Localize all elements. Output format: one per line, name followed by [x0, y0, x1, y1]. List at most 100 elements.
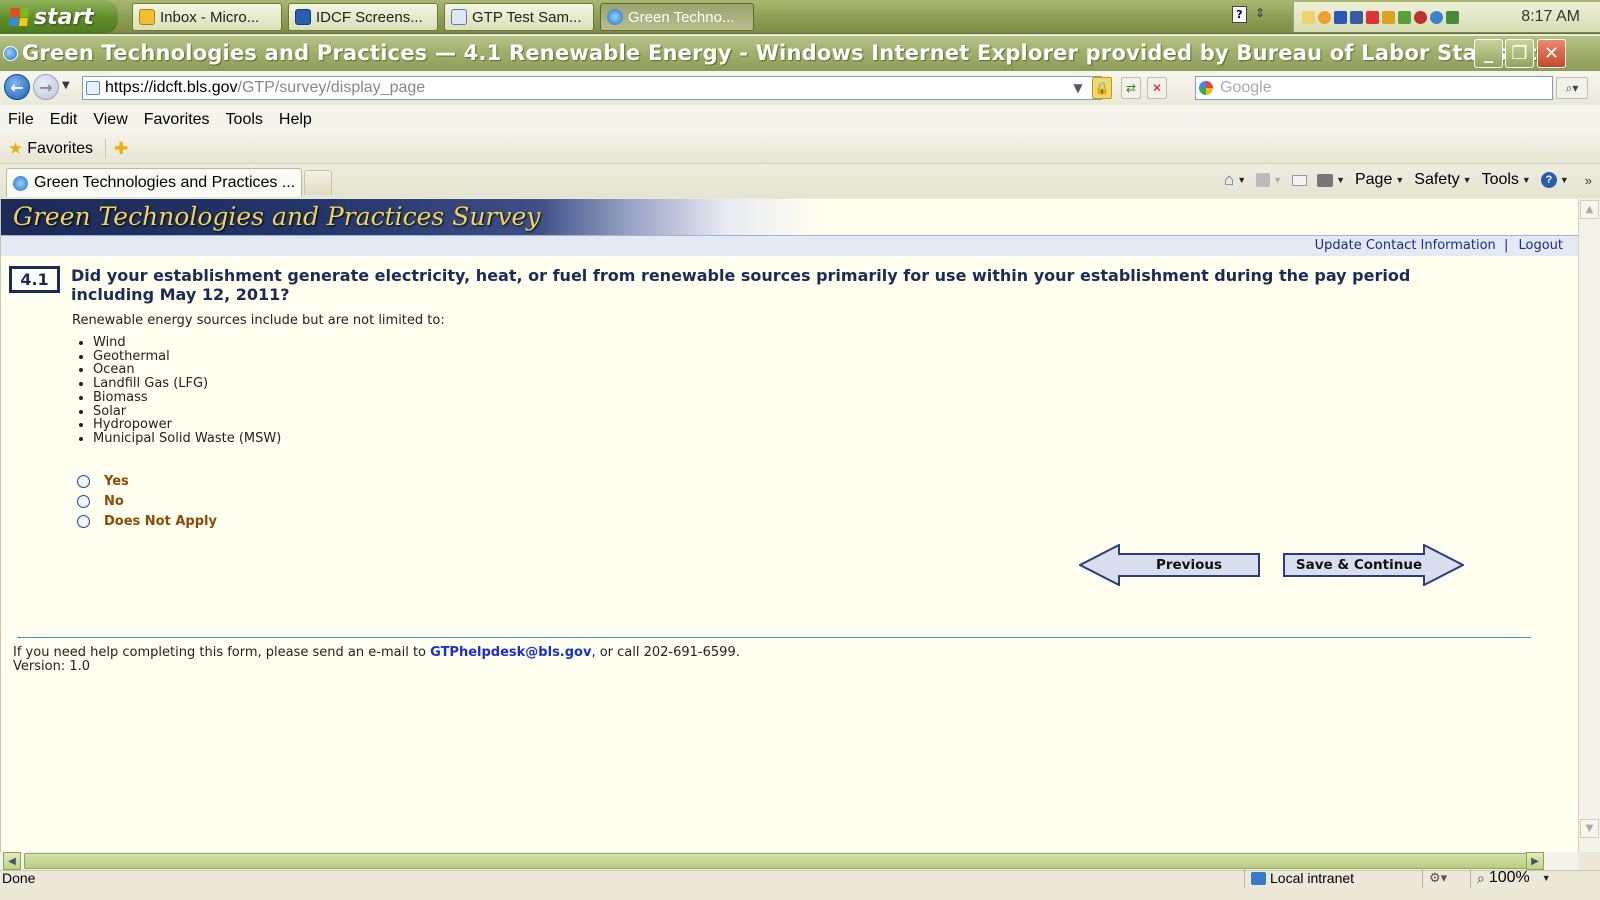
tools-menu[interactable]: Tools ▼	[1482, 171, 1531, 189]
menu-tools[interactable]: Tools	[226, 111, 263, 129]
forward-button[interactable]: →	[33, 74, 59, 100]
volume-icon[interactable]	[1446, 10, 1459, 24]
list-item: Hydropower	[93, 418, 281, 432]
option-no-label[interactable]: No	[104, 494, 124, 509]
outlook-icon	[139, 9, 155, 25]
version-text: Version: 1.0	[13, 659, 90, 674]
logout-link[interactable]: Logout	[1518, 238, 1563, 253]
scroll-down-button[interactable]: ▼	[1580, 819, 1599, 838]
address-dropdown-icon[interactable]: ▼	[1070, 77, 1086, 99]
option-no[interactable]: No	[77, 491, 217, 511]
scroll-up-button[interactable]: ▲	[1580, 200, 1599, 219]
refresh-icon[interactable]: ⇄	[1121, 77, 1141, 99]
mail-icon[interactable]	[1302, 10, 1315, 24]
taskbar-button-inbox[interactable]: Inbox - Micro...	[132, 3, 282, 31]
network-error-icon[interactable]	[1366, 10, 1379, 24]
page-icon	[86, 81, 100, 95]
star-icon: ★	[8, 138, 24, 159]
option-does-not-apply[interactable]: Does Not Apply	[77, 511, 217, 531]
back-button[interactable]: ←	[4, 74, 30, 100]
windows-flag-icon	[9, 8, 29, 26]
read-mail-button[interactable]	[1292, 174, 1308, 186]
quick-launch: ? ⇕	[1232, 6, 1267, 23]
close-button[interactable]: ✕	[1537, 39, 1566, 68]
help-menu[interactable]: ? ▼	[1540, 172, 1569, 188]
monitor-icon[interactable]	[1350, 10, 1363, 24]
option-yes[interactable]: Yes	[77, 471, 217, 491]
ie-icon	[13, 175, 28, 191]
address-input[interactable]: https://idcft.bls.gov/GTP/survey/display…	[82, 76, 1102, 100]
safety-menu[interactable]: Safety ▼	[1414, 171, 1471, 189]
taskbar: start Inbox - Micro... IDCF Screens... G…	[0, 0, 1600, 34]
battery-icon[interactable]	[1398, 10, 1411, 24]
outlook-tray-icon[interactable]	[1318, 10, 1331, 24]
rss-icon	[1256, 173, 1271, 187]
menu-view[interactable]: View	[93, 111, 127, 129]
start-label: start	[34, 4, 94, 30]
list-item: Ocean	[93, 363, 281, 377]
update-contact-link[interactable]: Update Contact Information	[1315, 238, 1496, 253]
ie-icon	[607, 9, 623, 25]
favorites-button[interactable]: ★ Favorites	[8, 139, 93, 159]
globe-icon[interactable]	[1430, 10, 1443, 24]
menu-favorites[interactable]: Favorites	[144, 111, 210, 129]
menu-file[interactable]: File	[8, 111, 34, 129]
menu-edit[interactable]: Edit	[50, 111, 78, 129]
protected-mode-pane[interactable]: ⚙▾	[1422, 868, 1462, 888]
start-button[interactable]: start	[0, 0, 118, 34]
scroll-left-button[interactable]: ◀	[3, 852, 21, 870]
more-chevron-icon[interactable]: »	[1585, 173, 1592, 188]
lock-icon[interactable]: 🔒	[1092, 77, 1112, 99]
radio-yes[interactable]	[77, 474, 90, 488]
option-yes-label[interactable]: Yes	[104, 474, 129, 489]
shield-icon[interactable]	[1334, 10, 1347, 24]
menu-help[interactable]: Help	[279, 111, 312, 129]
taskbar-button-green-tech[interactable]: Green Techno...	[600, 3, 754, 31]
help-icon: ?	[1540, 172, 1557, 188]
list-item: Solar	[93, 404, 281, 419]
restore-button[interactable]: ❐	[1505, 39, 1534, 68]
radio-no[interactable]	[77, 494, 90, 508]
favorites-bar: ★ Favorites ✚	[0, 134, 1600, 164]
page-menu[interactable]: Page ▼	[1355, 171, 1404, 189]
radio-does-not-apply[interactable]	[77, 514, 90, 528]
taskbar-button-gtp[interactable]: GTP Test Sam...	[444, 3, 594, 31]
settings-icon: ⚙▾	[1429, 870, 1448, 885]
window-titlebar: Green Technologies and Practices — 4.1 R…	[0, 36, 1600, 71]
tab-green-technologies[interactable]: Green Technologies and Practices ...	[6, 168, 302, 197]
command-bar: ⌂ ▼ ▼ ▼ Page ▼ Safety ▼ Tools ▼ ? ▼ »	[1224, 170, 1592, 190]
feeds-button[interactable]: ▼	[1256, 173, 1282, 187]
minimize-button[interactable]: _	[1474, 39, 1503, 68]
option-does-not-apply-label[interactable]: Does Not Apply	[104, 514, 217, 529]
horizontal-scroll-thumb[interactable]	[24, 853, 1538, 869]
home-button[interactable]: ⌂ ▼	[1224, 170, 1246, 190]
antivirus-icon[interactable]	[1414, 10, 1427, 24]
vertical-scrollbar[interactable]: ▲ ▼	[1578, 199, 1600, 852]
help-icon[interactable]: ?	[1232, 6, 1247, 23]
list-item: Landfill Gas (LFG)	[93, 377, 281, 391]
save-continue-button[interactable]: Save & Continue	[1282, 544, 1464, 586]
history-dropdown-icon[interactable]: ▼	[62, 80, 70, 91]
taskbar-button-label: IDCF Screens...	[316, 8, 423, 26]
printer-icon	[1317, 173, 1334, 187]
taskbar-button-idcf[interactable]: IDCF Screens...	[288, 3, 438, 31]
zoom-pane[interactable]: ⌕ 100% ▼	[1470, 868, 1565, 888]
search-input[interactable]: Google	[1195, 76, 1553, 100]
print-button[interactable]: ▼	[1317, 173, 1345, 187]
helpdesk-email-link[interactable]: GTPhelpdesk@bls.gov	[430, 645, 591, 660]
key-icon[interactable]	[1382, 10, 1395, 24]
link-separator: |	[1503, 238, 1509, 253]
window-title: Green Technologies and Practices — 4.1 R…	[22, 41, 1551, 65]
home-icon: ⌂	[1223, 170, 1235, 189]
zone-pane[interactable]: Local intranet	[1244, 868, 1414, 888]
save-continue-label: Save & Continue	[1295, 557, 1423, 573]
footer-divider	[17, 637, 1531, 638]
previous-label: Previous	[1155, 557, 1223, 573]
tab-label: Green Technologies and Practices ...	[34, 174, 296, 191]
add-favorite-icon[interactable]: ✚	[114, 139, 128, 159]
previous-button[interactable]: Previous	[1079, 544, 1261, 586]
new-tab-button[interactable]	[304, 170, 332, 195]
stop-icon[interactable]: ✕	[1147, 77, 1167, 99]
search-icon[interactable]: ⌕▾	[1556, 77, 1588, 99]
chevron-icon[interactable]: ⇕	[1255, 6, 1267, 23]
